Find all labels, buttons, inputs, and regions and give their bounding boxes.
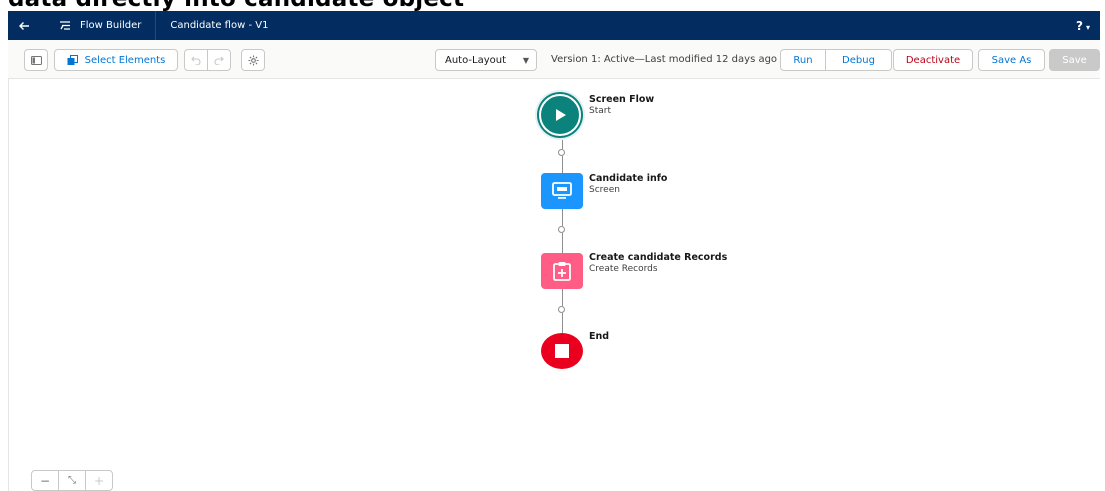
help-menu-button[interactable]: ? ▾ [1076, 19, 1090, 33]
connector-line [562, 313, 563, 333]
chevron-down-icon: ▾ [1085, 22, 1090, 32]
toolbar: Select Elements Auto-Layout ▼ Version 1:… [8, 40, 1100, 79]
create-records-node[interactable] [541, 253, 583, 289]
screen-node-subtitle: Screen [589, 185, 620, 195]
chevron-down-icon: ▼ [522, 55, 529, 65]
plus-icon: + [93, 473, 105, 488]
arrow-left-icon [19, 21, 29, 30]
gear-icon [247, 54, 259, 66]
connector-line [562, 156, 563, 173]
connector-line [562, 140, 563, 149]
save-label: Save [1062, 54, 1087, 66]
debug-button[interactable]: Debug [825, 49, 892, 71]
layout-mode-value: Auto-Layout [445, 54, 507, 66]
toggle-sidebar-button[interactable] [24, 49, 48, 71]
app-name-section: Flow Builder [58, 11, 157, 40]
settings-button[interactable] [241, 49, 265, 71]
partial-page-heading: data directly into candidate object [8, 0, 464, 12]
record-create-icon [553, 262, 571, 281]
back-button[interactable] [18, 20, 44, 32]
end-node[interactable] [541, 333, 583, 369]
save-as-label: Save As [991, 54, 1032, 66]
fit-to-screen-button[interactable]: ⤡ [59, 471, 86, 490]
start-node-subtitle: Start [589, 106, 611, 116]
select-elements-button[interactable]: Select Elements [54, 49, 178, 71]
select-elements-label: Select Elements [84, 54, 166, 66]
redo-button[interactable] [207, 49, 231, 71]
save-as-button[interactable]: Save As [978, 49, 1045, 71]
flow-icon [60, 20, 70, 30]
layout-mode-select[interactable]: Auto-Layout ▼ [435, 49, 537, 71]
screen-node-title: Candidate info [589, 173, 668, 184]
screen-icon [552, 182, 572, 199]
redo-icon [214, 56, 224, 65]
run-label: Run [793, 54, 813, 66]
debug-label: Debug [842, 54, 875, 66]
connector-line [562, 289, 563, 306]
stop-icon [555, 344, 569, 358]
select-elements-icon [67, 54, 78, 65]
start-node-circle [539, 94, 581, 136]
save-button[interactable]: Save [1049, 49, 1100, 71]
create-records-node-title: Create candidate Records [589, 252, 728, 263]
connector-line [562, 209, 563, 226]
add-element-button[interactable] [558, 306, 565, 313]
end-node-title: End [589, 331, 610, 342]
canvas-left-border [8, 79, 9, 491]
start-node-title: Screen Flow [589, 94, 655, 105]
connector-line [562, 233, 563, 253]
deactivate-label: Deactivate [905, 54, 961, 66]
minus-icon: − [39, 473, 51, 488]
zoom-controls: − ⤡ + [31, 470, 113, 491]
sidebar-panel-icon [30, 55, 42, 65]
fit-screen-icon: ⤡ [68, 475, 76, 486]
start-node[interactable] [535, 90, 585, 140]
help-icon: ? [1076, 18, 1083, 33]
run-button[interactable]: Run [780, 49, 826, 71]
play-icon [556, 109, 566, 121]
undo-button[interactable] [184, 49, 208, 71]
app-header: Flow Builder Candidate flow - V1 ? ▾ [8, 11, 1100, 40]
add-element-button[interactable] [558, 226, 565, 233]
deactivate-button[interactable]: Deactivate [893, 49, 973, 71]
zoom-out-button[interactable]: − [32, 471, 59, 490]
add-element-button[interactable] [558, 149, 565, 156]
flow-name: Candidate flow - V1 [170, 20, 269, 31]
screen-element-node[interactable] [541, 173, 583, 209]
create-records-node-subtitle: Create Records [589, 264, 658, 274]
version-status-text: Version 1: Active—Last modified 12 days … [551, 54, 778, 65]
zoom-in-button[interactable]: + [86, 471, 112, 490]
undo-icon [191, 56, 201, 65]
app-name: Flow Builder [80, 20, 142, 31]
